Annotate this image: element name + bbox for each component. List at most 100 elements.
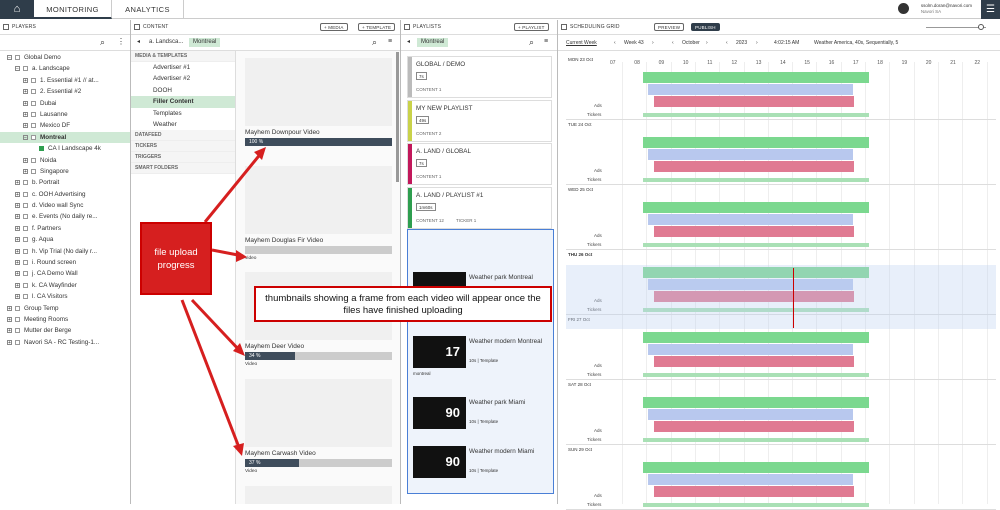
expand-toggle-icon[interactable]: + — [23, 157, 28, 163]
schedule-block-green[interactable] — [643, 332, 869, 343]
prev-month-icon[interactable]: ‹ — [672, 35, 674, 51]
tree-node[interactable]: − Montreal — [0, 131, 130, 144]
tree-node[interactable]: + f. Partners — [0, 223, 130, 234]
playlist-card[interactable]: A. LAND / GLOBAL 7s CONTENT 1 — [407, 143, 552, 185]
back-icon[interactable]: ◂ — [407, 38, 410, 45]
tree-node[interactable]: + g. Aqua — [0, 234, 130, 245]
schedule-block-pink[interactable] — [654, 96, 854, 107]
schedule-block-green[interactable] — [643, 202, 869, 213]
publish-button[interactable]: PUBLISH — [691, 23, 720, 31]
checkbox[interactable] — [31, 123, 36, 129]
tree-node[interactable]: + Navori SA - RC Testing-1... — [0, 337, 130, 348]
category-triggers[interactable]: TRIGGERS — [131, 152, 235, 164]
ticker-block[interactable] — [643, 243, 869, 247]
category-item[interactable]: Filler Content — [131, 96, 235, 108]
expand-toggle-icon[interactable]: + — [15, 191, 20, 197]
expand-toggle-icon[interactable]: + — [15, 282, 20, 288]
checkbox[interactable] — [15, 339, 20, 345]
schedule-block-pink[interactable] — [654, 161, 854, 172]
more-options-icon[interactable]: ⋮ — [117, 37, 125, 46]
expand-toggle-icon[interactable]: + — [15, 294, 20, 300]
checkbox[interactable] — [23, 203, 28, 209]
expand-toggle-icon[interactable]: − — [15, 66, 20, 72]
expand-toggle-icon[interactable]: + — [15, 237, 20, 243]
expand-toggle-icon[interactable]: + — [7, 316, 12, 322]
schedule-block-pink[interactable] — [654, 421, 854, 432]
playlist-card[interactable]: A. LAND / PLAYLIST #1 1m60s CONTENT 12 TICK… — [407, 187, 552, 229]
avatar[interactable] — [898, 3, 909, 14]
tree-node[interactable]: + Lausanne — [0, 109, 130, 120]
add-template-button[interactable]: + TEMPLATE — [358, 23, 396, 31]
filter-icon[interactable]: ≡ — [388, 38, 392, 45]
checkbox[interactable] — [31, 157, 36, 163]
expand-toggle-icon[interactable]: + — [23, 123, 28, 129]
playlist-card[interactable]: GLOBAL / DEMO 7s CONTENT 1 — [407, 56, 552, 98]
tree-node[interactable]: + h. Vip Trial (No daily r... — [0, 246, 130, 257]
category-smart-folders[interactable]: SMART FOLDERS — [131, 163, 235, 175]
checkbox[interactable] — [15, 305, 20, 311]
checkbox[interactable] — [23, 282, 28, 288]
prev-year-icon[interactable]: ‹ — [726, 35, 728, 51]
tab-monitoring[interactable]: MONITORING — [34, 0, 112, 19]
tree-node[interactable]: + b. Portrait — [0, 177, 130, 188]
tree-node[interactable]: − Global Demo — [0, 52, 130, 63]
ticker-block[interactable] — [643, 113, 869, 117]
checkbox[interactable] — [31, 168, 36, 174]
media-item[interactable]: Mayhem Douglas Fir Video video — [245, 237, 392, 261]
checkbox[interactable] — [15, 316, 20, 322]
media-item[interactable]: Mayhem Downpour Video 100 % — [245, 129, 392, 146]
checkbox[interactable] — [23, 260, 28, 266]
expand-toggle-icon[interactable]: + — [23, 100, 28, 106]
category-item[interactable]: DOOH — [131, 85, 235, 96]
schedule-block-green[interactable] — [643, 397, 869, 408]
tree-node[interactable]: + Singapore — [0, 166, 130, 177]
checkbox[interactable] — [23, 66, 28, 72]
home-icon[interactable]: ⌂ — [0, 0, 34, 19]
tree-node[interactable]: + c. OOH Advertising — [0, 189, 130, 200]
current-week-link[interactable]: Current Week — [566, 35, 597, 51]
expand-toggle-icon[interactable]: + — [7, 339, 12, 345]
expand-toggle-icon[interactable]: + — [15, 225, 20, 231]
next-year-icon[interactable]: › — [756, 35, 758, 51]
checkbox[interactable] — [23, 294, 28, 300]
filter-icon[interactable]: ≡ — [544, 38, 548, 45]
expand-toggle-icon[interactable]: + — [15, 214, 20, 220]
checkbox[interactable] — [23, 248, 28, 254]
tree-node[interactable]: + Meeting Rooms — [0, 314, 130, 325]
breadcrumb-parent[interactable]: a. Landsca... — [149, 39, 183, 45]
tree-node[interactable]: + l. CA Visitors — [0, 291, 130, 302]
ticker-block[interactable] — [643, 178, 869, 182]
zoom-slider[interactable] — [926, 27, 986, 28]
tree-node[interactable]: + k. CA Wayfinder — [0, 280, 130, 291]
checkbox[interactable] — [23, 271, 28, 277]
checkbox[interactable] — [31, 111, 36, 117]
next-week-icon[interactable]: › — [652, 35, 654, 51]
schedule-block-blue[interactable] — [648, 149, 853, 160]
ticker-block[interactable] — [643, 373, 869, 377]
expand-toggle-icon[interactable]: + — [15, 248, 20, 254]
expand-toggle-icon[interactable]: + — [15, 271, 20, 277]
category-item[interactable]: Advertiser #1 — [131, 62, 235, 73]
checkbox[interactable] — [23, 214, 28, 220]
category-media-templates[interactable]: MEDIA & TEMPLATES — [131, 51, 235, 62]
schedule-block-pink[interactable] — [654, 226, 854, 237]
schedule-block-pink[interactable] — [654, 356, 854, 367]
breadcrumb-current[interactable]: Montreal — [189, 38, 221, 47]
checkbox[interactable] — [31, 89, 36, 95]
search-icon[interactable]: ⌕ — [372, 37, 377, 48]
add-playlist-button[interactable]: + PLAYLIST — [514, 23, 549, 31]
schedule-block-pink[interactable] — [654, 486, 854, 497]
checkbox[interactable] — [15, 55, 20, 60]
playlist-content-tile[interactable]: 90 Weather park Miami 10s | Template — [413, 397, 549, 437]
tree-node[interactable]: +1. Essential #1 // at... — [0, 75, 130, 86]
prev-week-icon[interactable]: ‹ — [614, 35, 616, 51]
checkbox[interactable] — [15, 328, 20, 334]
tree-node[interactable]: + Group Temp — [0, 303, 130, 314]
schedule-block-green[interactable] — [643, 72, 869, 83]
search-icon[interactable]: ⌕ — [100, 37, 105, 48]
checkbox[interactable] — [23, 225, 28, 231]
settings-menu-icon[interactable]: ☰ — [981, 0, 1000, 19]
tree-node[interactable]: + j. CA Demo Wall — [0, 268, 130, 279]
tree-node[interactable]: + i. Round screen — [0, 257, 130, 268]
content-scrollbar[interactable] — [396, 52, 399, 182]
